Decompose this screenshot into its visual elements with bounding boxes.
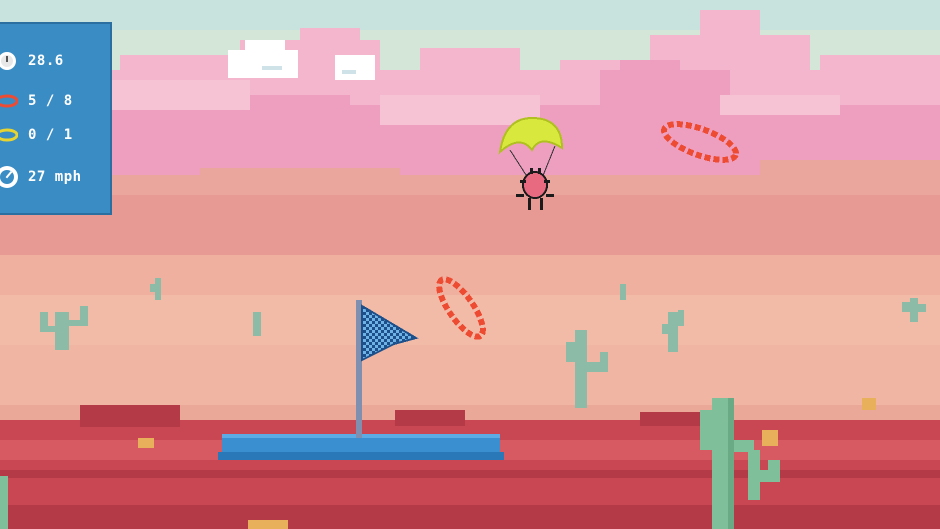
gold-rings-count: 0 / 1 <box>28 127 73 143</box>
red-ring-icon <box>0 88 20 114</box>
red-rings-count: 5 / 8 <box>28 93 73 109</box>
speed-value: 27 mph <box>28 169 82 185</box>
hud-speed-row: 27 mph <box>0 164 82 190</box>
hud-red-rings-row: 5 / 8 <box>0 88 73 114</box>
game-scene <box>0 0 940 529</box>
hud-panel: 28.6 5 / 8 0 / 1 27 mph <box>0 22 112 215</box>
gold-ring-icon <box>0 122 20 148</box>
hud-gold-rings-row: 0 / 1 <box>0 122 73 148</box>
stopwatch-icon <box>0 48 20 74</box>
hud-time-row: 28.6 <box>0 48 64 74</box>
time-value: 28.6 <box>28 53 64 69</box>
speedometer-icon <box>0 164 20 190</box>
